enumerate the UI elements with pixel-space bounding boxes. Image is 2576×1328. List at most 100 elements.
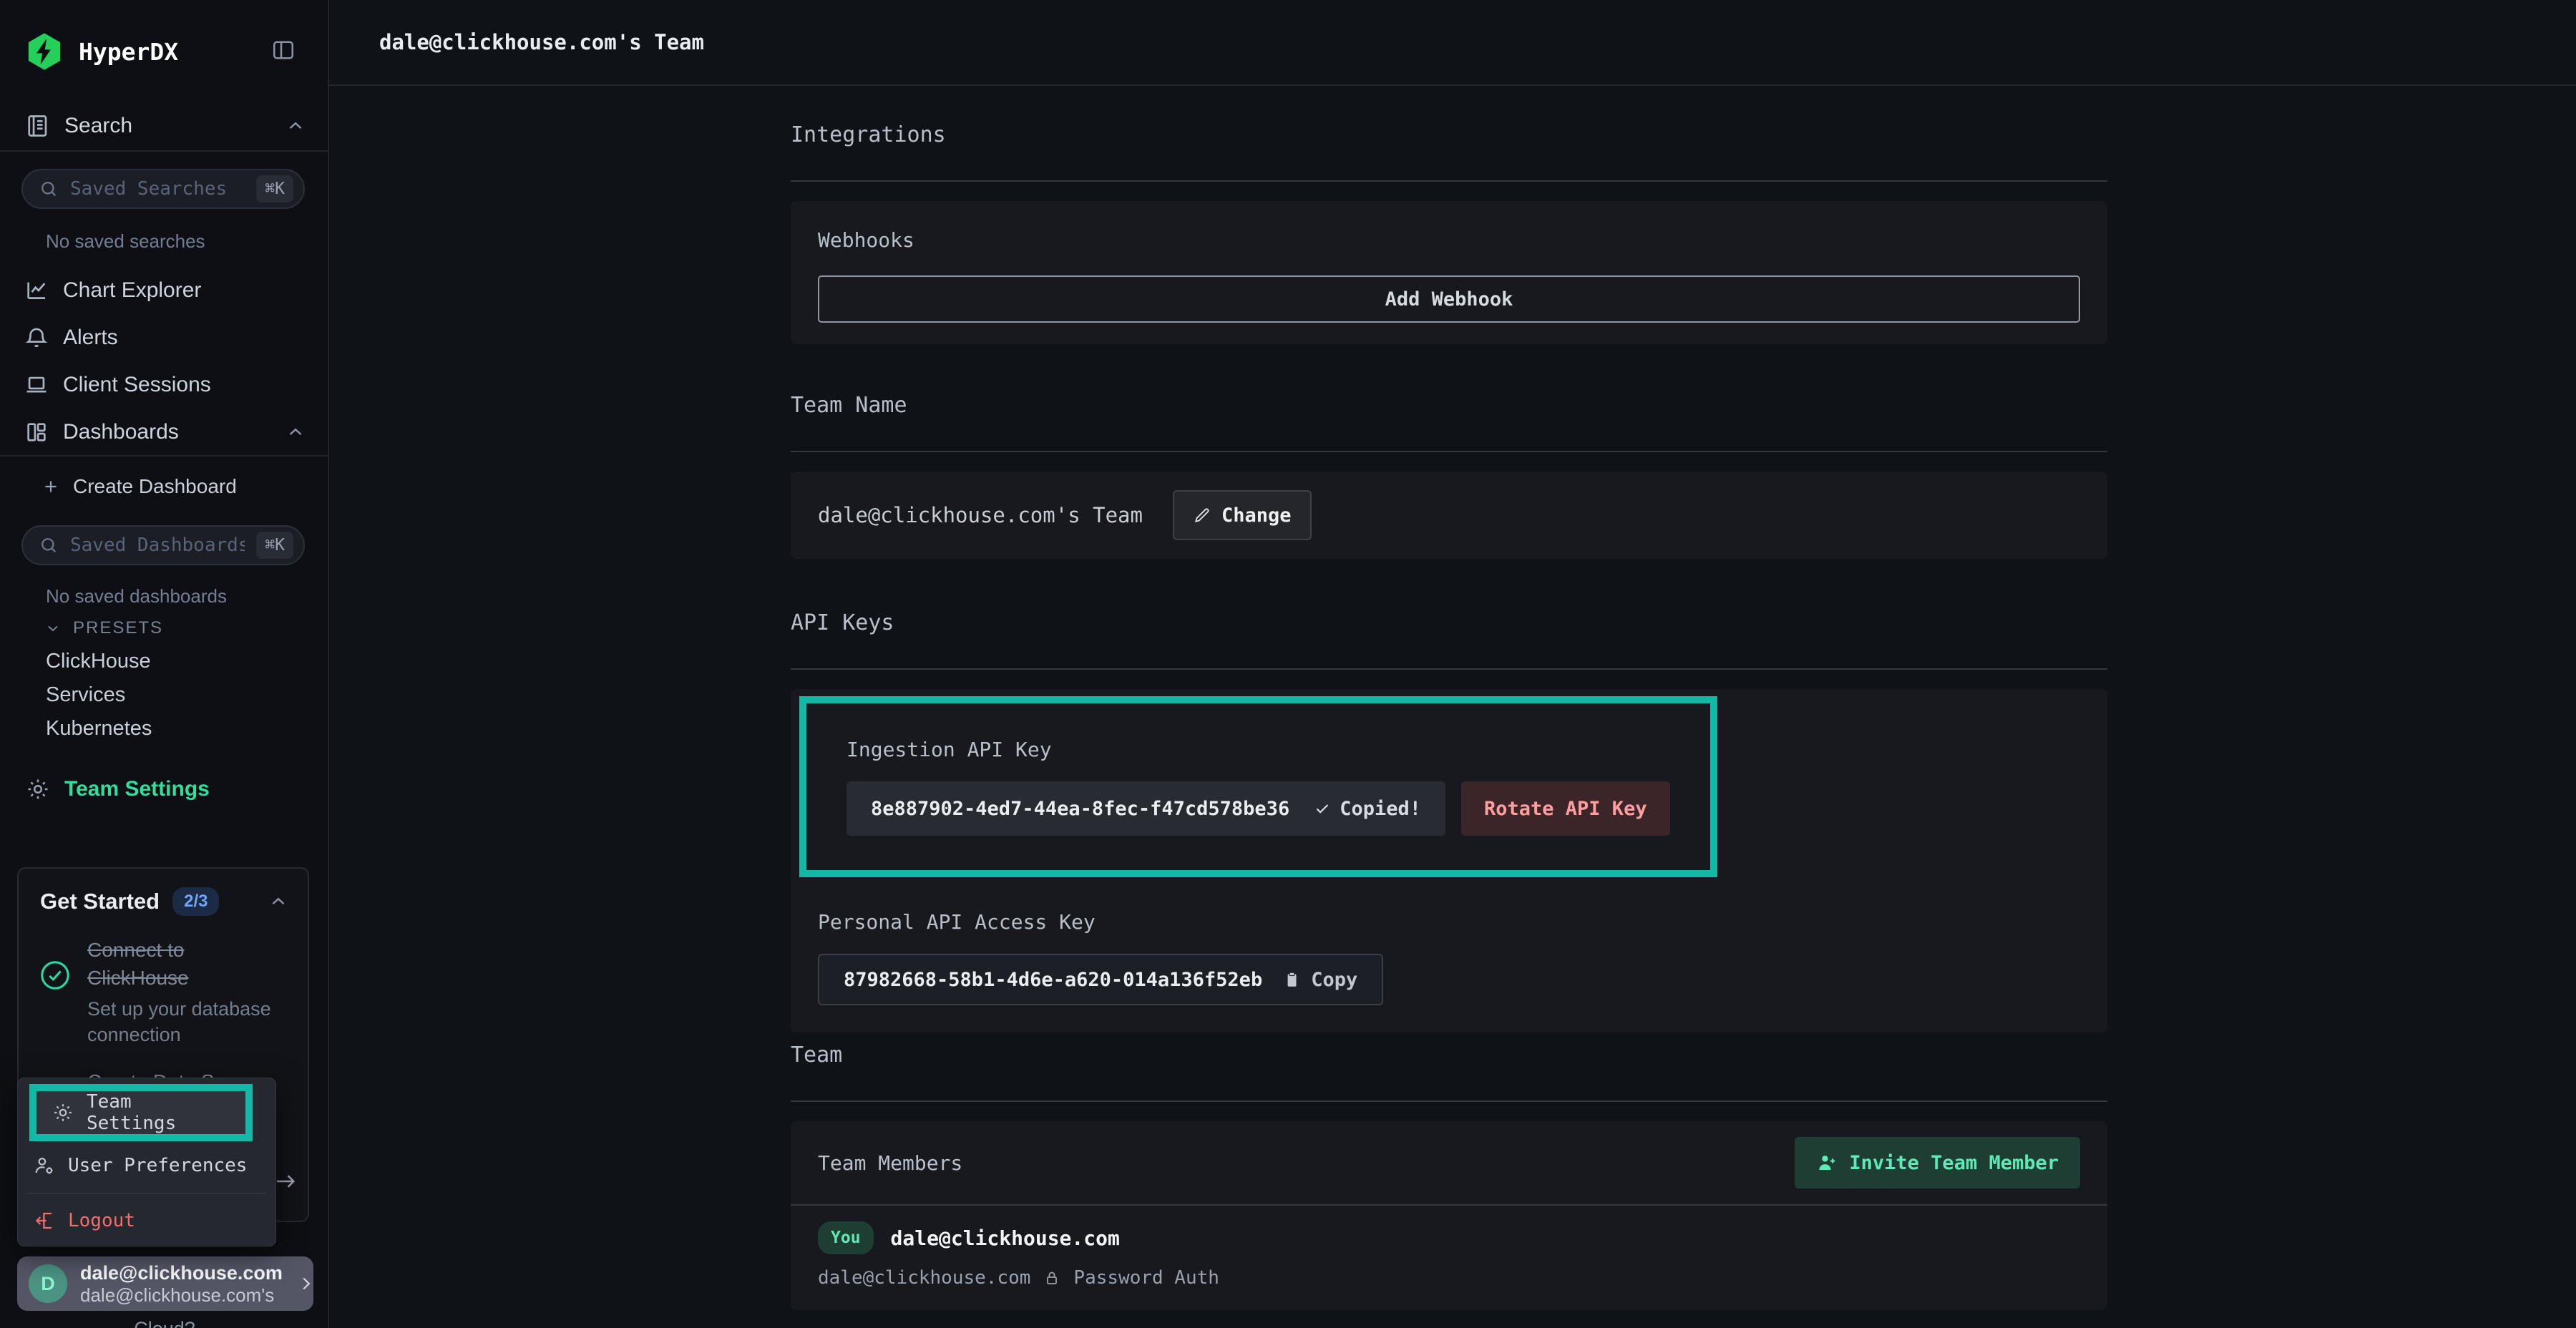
webhooks-card: Webhooks Add Webhook bbox=[791, 201, 2107, 344]
personal-api-key-block: Personal API Access Key 87982668-58b1-4d… bbox=[818, 910, 2080, 1005]
lock-icon bbox=[1043, 1269, 1060, 1286]
team-heading: Team bbox=[791, 1042, 2107, 1069]
sidebar-item-team-settings[interactable]: Team Settings bbox=[26, 777, 210, 801]
team-members-card: Team Members Invite Team Member You dale… bbox=[791, 1121, 2107, 1310]
bell-icon bbox=[24, 326, 49, 350]
personal-api-key-value-pill[interactable]: 87982668-58b1-4d6e-a620-014a136f52eb Cop… bbox=[818, 954, 1383, 1005]
api-keys-heading: API Keys bbox=[791, 610, 2107, 637]
saved-dashboards-box: ⌘K bbox=[21, 525, 305, 565]
saved-searches-box: ⌘K bbox=[21, 169, 305, 209]
get-started-header[interactable]: Get Started 2/3 bbox=[19, 869, 308, 916]
chevron-right-icon bbox=[296, 1273, 317, 1294]
member-email: dale@clickhouse.com bbox=[818, 1267, 1030, 1289]
section-divider bbox=[791, 451, 2107, 452]
magnifier-icon bbox=[39, 535, 59, 555]
gear-icon bbox=[52, 1102, 74, 1123]
page-title: dale@clickhouse.com's Team bbox=[379, 30, 704, 54]
section-divider bbox=[791, 180, 2107, 182]
user-gear-icon bbox=[34, 1155, 55, 1176]
pencil-icon bbox=[1193, 506, 1211, 524]
personal-api-key-value: 87982668-58b1-4d6e-a620-014a136f52eb bbox=[844, 969, 1262, 991]
check-icon bbox=[1314, 800, 1331, 817]
sidebar-collapse-icon[interactable] bbox=[270, 37, 296, 63]
sidebar-search-label: Search bbox=[64, 114, 132, 138]
no-saved-dashboards-note: No saved dashboards bbox=[46, 585, 227, 607]
annotation-highlight-ingestion-key: Ingestion API Key 8e887902-4ed7-44ea-8fe… bbox=[799, 696, 1717, 877]
section-integrations: Integrations Webhooks Add Webhook bbox=[791, 122, 2107, 344]
search-notebook-icon bbox=[24, 113, 50, 139]
team-members-header: Team Members Invite Team Member bbox=[791, 1121, 2107, 1204]
sidebar-item-client-sessions[interactable]: Client Sessions bbox=[24, 368, 306, 402]
get-started-title: Get Started bbox=[40, 889, 160, 914]
preset-item-kubernetes[interactable]: Kubernetes bbox=[46, 717, 152, 741]
menu-item-team-settings[interactable]: Team Settings bbox=[36, 1091, 245, 1134]
section-divider bbox=[791, 668, 2107, 670]
sidebar-item-chart-explorer[interactable]: Chart Explorer bbox=[24, 273, 306, 308]
no-saved-searches-note: No saved searches bbox=[46, 230, 205, 253]
ingestion-api-key-value-pill[interactable]: 8e887902-4ed7-44ea-8fec-f47cd578be36 Cop… bbox=[847, 781, 1445, 836]
sidebar: HyperDX Search ⌘K No saved searches bbox=[0, 0, 329, 1328]
section-api-keys: API Keys Ingestion API Key 8e887902-4ed7… bbox=[791, 610, 2107, 1032]
laptop-icon bbox=[24, 373, 49, 397]
add-webhook-button[interactable]: Add Webhook bbox=[818, 275, 2080, 323]
team-name-heading: Team Name bbox=[791, 392, 2107, 419]
chevron-up-icon[interactable] bbox=[268, 891, 289, 912]
rotate-api-key-button[interactable]: Rotate API Key bbox=[1461, 781, 1670, 836]
sidebar-section-search[interactable]: Search bbox=[24, 113, 306, 139]
user-email: dale@clickhouse.com bbox=[80, 1261, 283, 1284]
plus-icon bbox=[42, 477, 60, 496]
section-divider bbox=[791, 1100, 2107, 1102]
chevron-up-icon[interactable] bbox=[285, 115, 306, 137]
get-started-item-title: Connect to ClickHouse bbox=[87, 936, 291, 992]
sidebar-item-dashboards[interactable]: Dashboards bbox=[24, 415, 306, 449]
you-badge: You bbox=[818, 1221, 874, 1254]
magnifier-icon bbox=[39, 179, 59, 199]
menu-item-user-preferences[interactable]: User Preferences bbox=[18, 1146, 275, 1186]
saved-searches-shortcut: ⌘K bbox=[256, 175, 293, 202]
annotation-highlight-team-settings: Team Settings bbox=[29, 1084, 253, 1141]
user-plus-icon bbox=[1816, 1152, 1838, 1173]
api-keys-card: Ingestion API Key 8e887902-4ed7-44ea-8fe… bbox=[791, 689, 2107, 1032]
user-popup-menu: Team Settings User Preferences Logout bbox=[17, 1078, 276, 1246]
preset-item-services[interactable]: Services bbox=[46, 683, 125, 707]
copy-button[interactable]: Copy bbox=[1282, 969, 1357, 991]
app-root: HyperDX Search ⌘K No saved searches bbox=[0, 0, 2576, 1328]
menu-item-logout[interactable]: Logout bbox=[18, 1201, 275, 1241]
arrow-right-icon bbox=[273, 1169, 298, 1193]
saved-searches-input[interactable] bbox=[70, 178, 245, 200]
brand-name: HyperDX bbox=[79, 38, 178, 66]
section-team: Team Team Members Invite Team Member You bbox=[791, 1042, 2107, 1310]
check-circle-icon bbox=[39, 959, 72, 1048]
page-header: dale@clickhouse.com's Team bbox=[329, 0, 2576, 86]
avatar: D bbox=[29, 1264, 67, 1303]
dashboard-grid-icon bbox=[24, 420, 49, 444]
clipped-bottom-text: Cloud? bbox=[0, 1318, 329, 1328]
team-name-card: dale@clickhouse.com's Team Change bbox=[791, 472, 2107, 559]
integrations-heading: Integrations bbox=[791, 122, 2107, 149]
user-account-card[interactable]: D dale@clickhouse.com dale@clickhouse.co… bbox=[17, 1256, 313, 1311]
get-started-progress-badge: 2/3 bbox=[172, 887, 219, 916]
chevron-up-icon[interactable] bbox=[285, 421, 306, 443]
preset-item-clickhouse[interactable]: ClickHouse bbox=[46, 650, 151, 673]
saved-dashboards-input[interactable] bbox=[70, 534, 245, 556]
change-team-name-button[interactable]: Change bbox=[1173, 490, 1312, 540]
saved-dashboards-shortcut: ⌘K bbox=[256, 532, 293, 559]
user-team-subtitle: dale@clickhouse.com's bbox=[80, 1284, 283, 1306]
team-members-label: Team Members bbox=[818, 1151, 962, 1175]
copied-indicator: Copied! bbox=[1314, 798, 1421, 820]
create-dashboard-button[interactable]: Create Dashboard bbox=[42, 475, 237, 498]
invite-team-member-button[interactable]: Invite Team Member bbox=[1795, 1137, 2080, 1188]
sidebar-item-alerts[interactable]: Alerts bbox=[24, 321, 306, 355]
presets-toggle[interactable]: PRESETS bbox=[44, 618, 163, 638]
get-started-item-subtitle: Set up your database connection bbox=[87, 996, 291, 1048]
clipboard-icon bbox=[1282, 970, 1301, 989]
get-started-item-connect[interactable]: Connect to ClickHouse Set up your databa… bbox=[19, 936, 308, 1048]
section-team-name: Team Name dale@clickhouse.com's Team Cha… bbox=[791, 392, 2107, 559]
ingestion-api-key-label: Ingestion API Key bbox=[847, 738, 1670, 761]
sidebar-divider bbox=[0, 150, 328, 152]
hyperdx-logo-icon bbox=[24, 31, 64, 72]
chart-line-icon bbox=[24, 278, 49, 303]
chevron-down-icon bbox=[44, 620, 62, 637]
brand-row: HyperDX bbox=[24, 31, 178, 72]
webhooks-label: Webhooks bbox=[818, 228, 2080, 252]
